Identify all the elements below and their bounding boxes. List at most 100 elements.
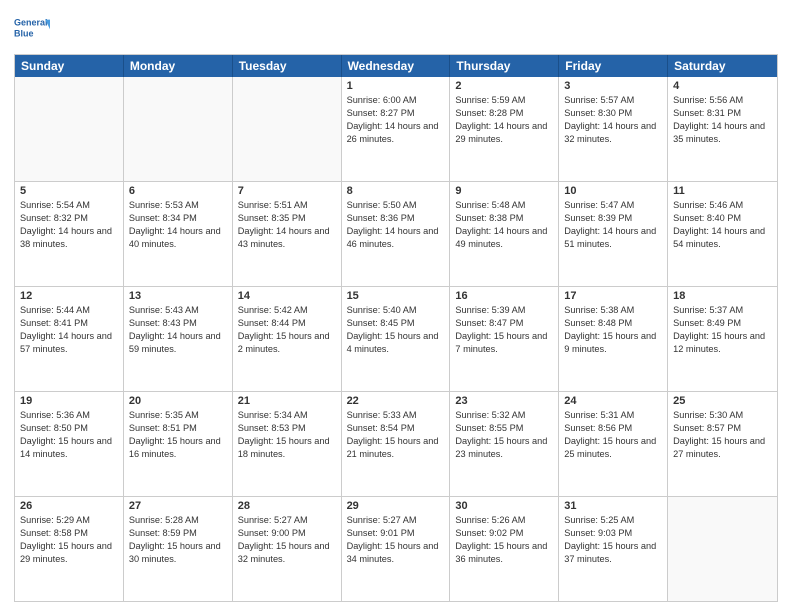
day-number: 10 — [564, 185, 662, 197]
cell-details: Sunrise: 5:25 AMSunset: 9:03 PMDaylight:… — [564, 514, 662, 566]
calendar-cell: 6 Sunrise: 5:53 AMSunset: 8:34 PMDaylight… — [124, 182, 233, 286]
logo-svg: General Blue — [14, 10, 50, 46]
calendar-cell: 7 Sunrise: 5:51 AMSunset: 8:35 PMDaylight… — [233, 182, 342, 286]
day-number: 26 — [20, 500, 118, 512]
calendar-cell: 3 Sunrise: 5:57 AMSunset: 8:30 PMDaylight… — [559, 77, 668, 181]
day-number: 2 — [455, 80, 553, 92]
cell-details: Sunrise: 5:32 AMSunset: 8:55 PMDaylight:… — [455, 409, 553, 461]
day-number: 29 — [347, 500, 445, 512]
calendar-cell: 21Sunrise: 5:34 AMSunset: 8:53 PMDayligh… — [233, 392, 342, 496]
calendar-cell: 17Sunrise: 5:38 AMSunset: 8:48 PMDayligh… — [559, 287, 668, 391]
cell-details: Sunrise: 5:50 AMSunset: 8:36 PMDaylight:… — [347, 199, 445, 251]
calendar-cell: 2 Sunrise: 5:59 AMSunset: 8:28 PMDaylight… — [450, 77, 559, 181]
calendar-cell — [124, 77, 233, 181]
calendar-week-3: 12 Sunrise: 5:44 AMSunset: 8:41 PMDayligh… — [15, 286, 777, 391]
cell-details: Sunrise: 5:56 AMSunset: 8:31 PMDaylight:… — [673, 94, 772, 146]
day-number: 24 — [564, 395, 662, 407]
day-number: 1 — [347, 80, 445, 92]
cell-details: Sunrise: 5:47 AMSunset: 8:39 PMDaylight:… — [564, 199, 662, 251]
day-number: 8 — [347, 185, 445, 197]
calendar-cell: 27 Sunrise: 5:28 AMSunset: 8:59 PMDayligh… — [124, 497, 233, 601]
day-number: 5 — [20, 185, 118, 197]
calendar-cell: 23 Sunrise: 5:32 AMSunset: 8:55 PMDayligh… — [450, 392, 559, 496]
cell-details: Sunrise: 5:34 AMSunset: 8:53 PMDaylight:… — [238, 409, 336, 461]
day-number: 6 — [129, 185, 227, 197]
cell-details: Sunrise: 5:42 AMSunset: 8:44 PMDaylight:… — [238, 304, 336, 356]
calendar-header: SundayMondayTuesdayWednesdayThursdayFrid… — [15, 55, 777, 77]
calendar-cell: 31Sunrise: 5:25 AMSunset: 9:03 PMDayligh… — [559, 497, 668, 601]
day-header-tuesday: Tuesday — [233, 55, 342, 77]
cell-details: Sunrise: 5:27 AMSunset: 9:01 PMDaylight:… — [347, 514, 445, 566]
calendar-week-2: 5 Sunrise: 5:54 AMSunset: 8:32 PMDaylight… — [15, 181, 777, 286]
calendar: SundayMondayTuesdayWednesdayThursdayFrid… — [14, 54, 778, 602]
cell-details: Sunrise: 5:57 AMSunset: 8:30 PMDaylight:… — [564, 94, 662, 146]
day-header-saturday: Saturday — [668, 55, 777, 77]
cell-details: Sunrise: 5:54 AMSunset: 8:32 PMDaylight:… — [20, 199, 118, 251]
calendar-week-1: 1Sunrise: 6:00 AMSunset: 8:27 PMDaylight… — [15, 77, 777, 181]
cell-details: Sunrise: 5:27 AMSunset: 9:00 PMDaylight:… — [238, 514, 336, 566]
header: General Blue — [14, 10, 778, 46]
calendar-cell: 14Sunrise: 5:42 AMSunset: 8:44 PMDayligh… — [233, 287, 342, 391]
calendar-body: 1Sunrise: 6:00 AMSunset: 8:27 PMDaylight… — [15, 77, 777, 601]
day-header-monday: Monday — [124, 55, 233, 77]
cell-details: Sunrise: 5:46 AMSunset: 8:40 PMDaylight:… — [673, 199, 772, 251]
calendar-cell: 18 Sunrise: 5:37 AMSunset: 8:49 PMDayligh… — [668, 287, 777, 391]
calendar-cell: 4 Sunrise: 5:56 AMSunset: 8:31 PMDaylight… — [668, 77, 777, 181]
day-header-wednesday: Wednesday — [342, 55, 451, 77]
cell-details: Sunrise: 5:59 AMSunset: 8:28 PMDaylight:… — [455, 94, 553, 146]
calendar-cell: 8 Sunrise: 5:50 AMSunset: 8:36 PMDaylight… — [342, 182, 451, 286]
calendar-cell: 9Sunrise: 5:48 AMSunset: 8:38 PMDaylight… — [450, 182, 559, 286]
cell-details: Sunrise: 5:26 AMSunset: 9:02 PMDaylight:… — [455, 514, 553, 566]
cell-details: Sunrise: 5:38 AMSunset: 8:48 PMDaylight:… — [564, 304, 662, 356]
day-number: 20 — [129, 395, 227, 407]
calendar-cell: 16Sunrise: 5:39 AMSunset: 8:47 PMDayligh… — [450, 287, 559, 391]
calendar-cell: 12 Sunrise: 5:44 AMSunset: 8:41 PMDayligh… — [15, 287, 124, 391]
day-number: 25 — [673, 395, 772, 407]
day-number: 23 — [455, 395, 553, 407]
cell-details: Sunrise: 5:28 AMSunset: 8:59 PMDaylight:… — [129, 514, 227, 566]
page-container: General Blue SundayMondayTuesdayWednesda… — [0, 0, 792, 612]
calendar-cell — [668, 497, 777, 601]
cell-details: Sunrise: 5:30 AMSunset: 8:57 PMDaylight:… — [673, 409, 772, 461]
calendar-cell: 20 Sunrise: 5:35 AMSunset: 8:51 PMDayligh… — [124, 392, 233, 496]
day-header-friday: Friday — [559, 55, 668, 77]
cell-details: Sunrise: 5:44 AMSunset: 8:41 PMDaylight:… — [20, 304, 118, 356]
cell-details: Sunrise: 5:53 AMSunset: 8:34 PMDaylight:… — [129, 199, 227, 251]
calendar-cell — [15, 77, 124, 181]
day-number: 27 — [129, 500, 227, 512]
calendar-cell: 29 Sunrise: 5:27 AMSunset: 9:01 PMDayligh… — [342, 497, 451, 601]
cell-details: Sunrise: 5:37 AMSunset: 8:49 PMDaylight:… — [673, 304, 772, 356]
cell-details: Sunrise: 5:35 AMSunset: 8:51 PMDaylight:… — [129, 409, 227, 461]
cell-details: Sunrise: 5:51 AMSunset: 8:35 PMDaylight:… — [238, 199, 336, 251]
calendar-week-5: 26Sunrise: 5:29 AMSunset: 8:58 PMDayligh… — [15, 496, 777, 601]
day-number: 22 — [347, 395, 445, 407]
day-number: 4 — [673, 80, 772, 92]
cell-details: Sunrise: 5:40 AMSunset: 8:45 PMDaylight:… — [347, 304, 445, 356]
cell-details: Sunrise: 5:36 AMSunset: 8:50 PMDaylight:… — [20, 409, 118, 461]
day-number: 13 — [129, 290, 227, 302]
day-number: 7 — [238, 185, 336, 197]
calendar-cell: 10 Sunrise: 5:47 AMSunset: 8:39 PMDayligh… — [559, 182, 668, 286]
calendar-cell: 1Sunrise: 6:00 AMSunset: 8:27 PMDaylight… — [342, 77, 451, 181]
day-number: 12 — [20, 290, 118, 302]
calendar-cell: 15 Sunrise: 5:40 AMSunset: 8:45 PMDayligh… — [342, 287, 451, 391]
calendar-week-4: 19Sunrise: 5:36 AMSunset: 8:50 PMDayligh… — [15, 391, 777, 496]
svg-text:General: General — [14, 18, 48, 28]
calendar-cell: 30 Sunrise: 5:26 AMSunset: 9:02 PMDayligh… — [450, 497, 559, 601]
day-number: 3 — [564, 80, 662, 92]
day-number: 30 — [455, 500, 553, 512]
calendar-cell: 5 Sunrise: 5:54 AMSunset: 8:32 PMDaylight… — [15, 182, 124, 286]
day-number: 28 — [238, 500, 336, 512]
day-number: 15 — [347, 290, 445, 302]
day-header-thursday: Thursday — [450, 55, 559, 77]
day-number: 11 — [673, 185, 772, 197]
calendar-cell: 13 Sunrise: 5:43 AMSunset: 8:43 PMDayligh… — [124, 287, 233, 391]
calendar-cell — [233, 77, 342, 181]
cell-details: Sunrise: 5:43 AMSunset: 8:43 PMDaylight:… — [129, 304, 227, 356]
cell-details: Sunrise: 5:39 AMSunset: 8:47 PMDaylight:… — [455, 304, 553, 356]
day-number: 18 — [673, 290, 772, 302]
cell-details: Sunrise: 5:33 AMSunset: 8:54 PMDaylight:… — [347, 409, 445, 461]
cell-details: Sunrise: 5:48 AMSunset: 8:38 PMDaylight:… — [455, 199, 553, 251]
calendar-cell: 19Sunrise: 5:36 AMSunset: 8:50 PMDayligh… — [15, 392, 124, 496]
logo: General Blue — [14, 10, 50, 46]
